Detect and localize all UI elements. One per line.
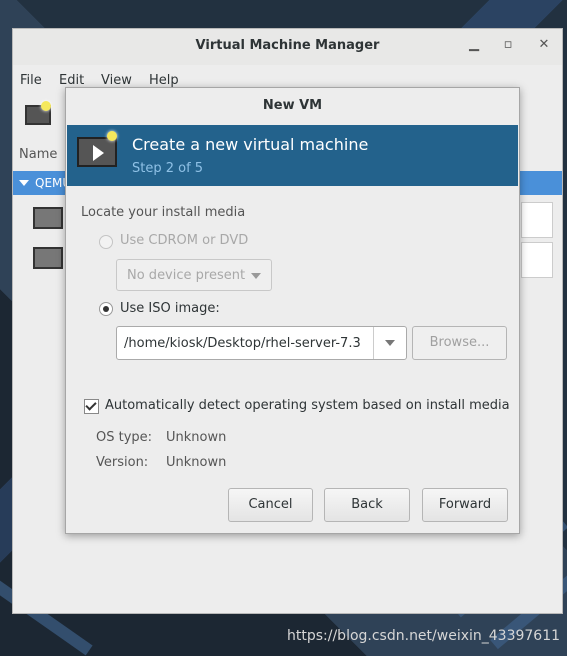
chevron-down-icon <box>251 273 261 279</box>
vm-thumbnail-icon[interactable] <box>33 247 63 269</box>
dialog-title: New VM <box>262 98 323 113</box>
auto-detect-os-checkbox[interactable] <box>84 399 99 414</box>
forward-button[interactable]: Forward <box>422 488 508 522</box>
close-icon[interactable]: ✕ <box>536 37 552 53</box>
wizard-header-title: Create a new virtual machine <box>132 135 369 154</box>
cdrom-option-label: Use CDROM or DVD <box>120 233 249 248</box>
version-key: Version: <box>96 455 149 470</box>
checkmark-icon <box>85 399 97 411</box>
new-star-icon <box>41 101 51 111</box>
vm-usage-graph <box>521 242 553 278</box>
iso-path-combo[interactable]: /home/kiosk/Desktop/rhel-server-7.3 <box>116 326 407 360</box>
new-star-icon <box>107 131 117 141</box>
vm-thumbnail-icon[interactable] <box>33 207 63 229</box>
menu-edit[interactable]: Edit <box>59 73 84 88</box>
version-value: Unknown <box>166 455 227 470</box>
virtual-machine-icon <box>77 131 117 167</box>
iso-path-input[interactable]: /home/kiosk/Desktop/rhel-server-7.3 <box>124 336 372 351</box>
chevron-down-icon <box>385 340 395 346</box>
menu-file[interactable]: File <box>20 73 42 88</box>
iso-option-label: Use ISO image: <box>120 301 220 316</box>
radio-selected-dot <box>103 306 109 312</box>
install-media-section-label: Locate your install media <box>81 205 246 220</box>
browse-button[interactable]: Browse... <box>412 326 507 360</box>
menu-view[interactable]: View <box>101 73 132 88</box>
watermark-text: https://blog.csdn.net/weixin_43397611 <box>287 628 561 644</box>
cancel-button[interactable]: Cancel <box>228 488 313 522</box>
new-vm-dialog: New VM Create a new virtual machine Step… <box>65 87 520 534</box>
new-vm-toolbar-icon[interactable] <box>25 101 51 125</box>
main-titlebar: Virtual Machine Manager ▁ ▫ ✕ <box>13 29 562 65</box>
back-button[interactable]: Back <box>324 488 410 522</box>
list-name-header[interactable]: Name <box>19 147 57 162</box>
play-icon <box>93 145 104 161</box>
vm-usage-graph <box>521 202 553 238</box>
menu-help[interactable]: Help <box>149 73 179 88</box>
expand-arrow-icon[interactable] <box>19 180 29 186</box>
iso-radio[interactable] <box>99 302 113 316</box>
auto-detect-os-label: Automatically detect operating system ba… <box>105 398 510 413</box>
cdrom-radio[interactable] <box>99 235 113 249</box>
cdrom-device-placeholder: No device present <box>127 268 246 283</box>
os-type-key: OS type: <box>96 430 153 445</box>
wizard-step-indicator: Step 2 of 5 <box>132 161 204 176</box>
iso-history-dropdown[interactable] <box>373 327 406 359</box>
minimize-icon[interactable]: ▁ <box>466 37 482 53</box>
os-type-value: Unknown <box>166 430 227 445</box>
wizard-header: Create a new virtual machine Step 2 of 5 <box>67 125 518 186</box>
maximize-icon[interactable]: ▫ <box>500 37 516 53</box>
cdrom-device-select[interactable]: No device present <box>116 259 272 291</box>
